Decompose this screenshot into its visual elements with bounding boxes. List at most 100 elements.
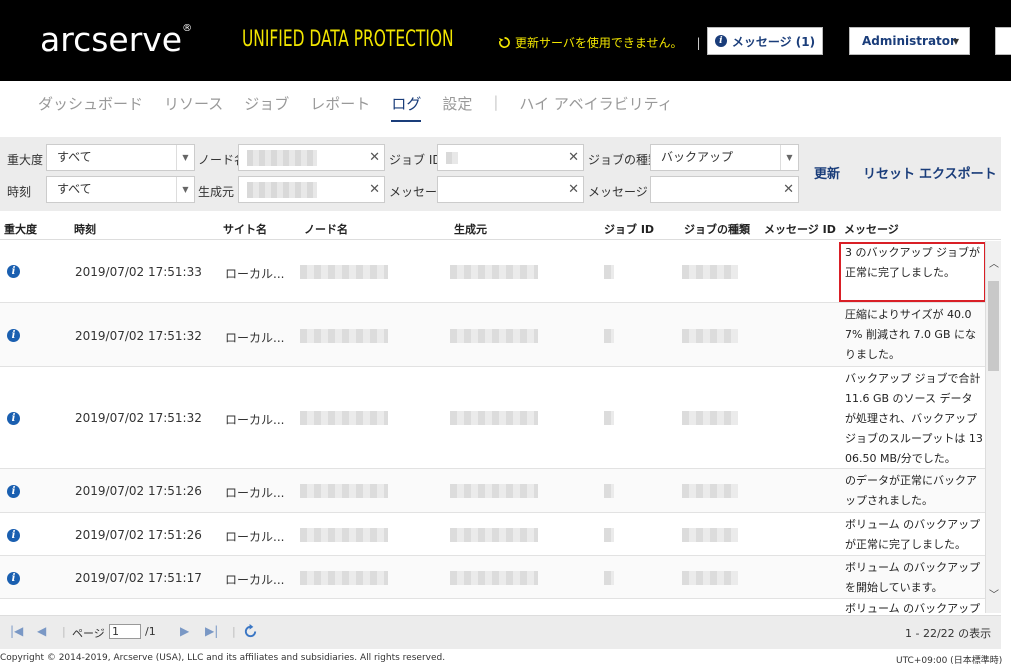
page-total: /1 (145, 625, 156, 638)
clear-icon[interactable]: ✕ (568, 182, 579, 197)
header-extra-button[interactable] (995, 27, 1011, 55)
info-icon: i (714, 35, 727, 47)
column-header-generator[interactable]: 生成元 (454, 221, 487, 237)
top-header: arcserve® UNIFIED DATA PROTECTION 更新サーバを… (0, 0, 1011, 81)
table-row[interactable]: i 2019/07/02 17:51:32 ローカル... 圧縮によりサイズが … (0, 303, 985, 367)
scrollbar-thumb[interactable] (988, 281, 999, 371)
node-name-input[interactable]: ✕ (238, 144, 385, 171)
message-input[interactable]: ✕ (437, 176, 584, 203)
messages-button[interactable]: i メッセージ (1) (707, 27, 823, 55)
refresh-warning-icon (498, 37, 510, 48)
footer: Copyright © 2014-2019, Arcserve (USA), L… (0, 650, 1011, 667)
tab-dashboard[interactable]: ダッシュボード (38, 93, 143, 122)
chevron-down-icon: ▼ (176, 145, 194, 170)
clear-icon[interactable]: ✕ (369, 182, 380, 197)
job-id-label: ジョブ ID (389, 153, 442, 167)
generator-input[interactable]: ✕ (238, 176, 385, 203)
last-page-icon[interactable]: ▶| (205, 624, 218, 638)
first-page-icon[interactable]: |◀ (10, 624, 23, 638)
log-table-header: 重大度 時刻 サイト名 ノード名 生成元 ジョブ ID ジョブの種類 メッセージ… (0, 213, 1001, 240)
page-number-input[interactable]: 1 (109, 624, 141, 639)
table-row[interactable]: ボリューム のバックアップ (0, 599, 985, 613)
tab-jobs[interactable]: ジョブ (244, 93, 289, 122)
redacted-job-id (604, 528, 614, 542)
update-warning[interactable]: 更新サーバを使用できません。 | (498, 34, 701, 51)
job-id-input[interactable]: ✕ (437, 144, 584, 171)
tab-high-availability[interactable]: ハイ アベイラビリティ (519, 93, 672, 122)
redacted-text (247, 150, 317, 166)
column-header-node[interactable]: ノード名 (304, 221, 348, 237)
main-nav: ダッシュボード リソース ジョブ レポート ログ 設定 | ハイ アベイラビリテ… (0, 81, 1011, 131)
clear-icon[interactable]: ✕ (783, 182, 794, 197)
table-row[interactable]: i 2019/07/02 17:51:26 ローカル... のデータが正常にバッ… (0, 469, 985, 513)
table-row[interactable]: i 2019/07/02 17:51:33 ローカル... 3 のバックアップ … (0, 241, 985, 303)
redacted-generator (450, 484, 538, 498)
filter-panel: 重大度 すべて ▼ 時刻 すべて ▼ ノード名 ✕ 生成元 ✕ ジョブ ID ✕… (0, 137, 1001, 211)
log-table: i 2019/07/02 17:51:33 ローカル... 3 のバックアップ … (0, 241, 985, 613)
user-menu-button[interactable]: Administrator ▼ (849, 27, 970, 55)
time-select[interactable]: すべて ▼ (46, 176, 195, 203)
tab-reports[interactable]: レポート (310, 93, 370, 122)
redacted-job-type (682, 265, 738, 279)
tab-log[interactable]: ログ (391, 93, 422, 122)
redacted-generator (450, 571, 538, 585)
table-row[interactable]: i 2019/07/02 17:51:17 ローカル... ボリューム のバック… (0, 556, 985, 599)
refresh-icon[interactable] (243, 624, 258, 639)
info-icon: i (7, 329, 20, 342)
row-site: ローカル... (225, 530, 285, 544)
clear-icon[interactable]: ✕ (568, 150, 579, 165)
column-header-job-id[interactable]: ジョブ ID (604, 221, 654, 237)
row-site: ローカル... (225, 331, 285, 345)
clear-icon[interactable]: ✕ (369, 150, 380, 165)
chevron-up-icon[interactable]: ︿ (989, 255, 999, 270)
redacted-node (300, 528, 388, 542)
info-icon: i (7, 412, 20, 425)
severity-select[interactable]: すべて ▼ (46, 144, 195, 171)
vertical-scrollbar[interactable]: ︿ ﹀ (985, 241, 1001, 613)
column-header-severity[interactable]: 重大度 (4, 221, 37, 237)
redacted-node (300, 329, 388, 343)
export-link[interactable]: エクスポート (919, 163, 997, 182)
tab-resources[interactable]: リソース (164, 93, 223, 122)
tab-settings[interactable]: 設定 (442, 93, 472, 122)
messages-button-label: メッセージ (1) (731, 34, 816, 49)
refresh-link[interactable]: 更新 (814, 163, 840, 182)
time-select-value: すべて (57, 182, 92, 196)
reset-link[interactable]: リセット (863, 163, 915, 182)
time-label: 時刻 (7, 185, 32, 199)
job-type-select-value: バックアップ (661, 150, 734, 164)
product-name: UNIFIED DATA PROTECTION (242, 27, 454, 52)
redacted-generator (450, 329, 538, 343)
caret-down-icon: ▼ (952, 37, 959, 46)
job-type-select[interactable]: バックアップ ▼ (650, 144, 799, 171)
info-icon: i (7, 529, 20, 542)
pager-summary: 1 - 22/22 の表示 (905, 627, 992, 640)
update-warning-text: 更新サーバを使用できません。 (515, 36, 683, 50)
column-header-job-type[interactable]: ジョブの種類 (684, 221, 750, 237)
pager-divider: | (62, 625, 66, 638)
next-page-icon[interactable]: ▶ (180, 624, 189, 638)
message-id-input[interactable]: ✕ (650, 176, 799, 203)
redacted-generator (450, 411, 538, 425)
redacted-job-type (682, 329, 738, 343)
row-time: 2019/07/02 17:51:33 (75, 265, 202, 279)
column-header-site[interactable]: サイト名 (223, 221, 267, 237)
row-message: バックアップ ジョブで合計 11.6 GB のソース データが処理され、バックア… (845, 372, 983, 465)
previous-page-icon[interactable]: ◀ (37, 624, 46, 638)
row-message: 圧縮によりサイズが 40.07% 削減され 7.0 GB になりました。 (845, 308, 977, 361)
redacted-job-id (604, 265, 614, 279)
column-header-message[interactable]: メッセージ (844, 221, 899, 237)
table-row[interactable]: i 2019/07/02 17:51:26 ローカル... ボリューム のバック… (0, 513, 985, 556)
info-icon: i (7, 572, 20, 585)
row-message: 3 のバックアップ ジョブが正常に完了しました。 (845, 246, 980, 279)
tab-divider: | (493, 93, 499, 111)
redacted-node (300, 411, 388, 425)
column-header-message-id[interactable]: メッセージ ID (764, 221, 836, 237)
redacted-job-type (682, 411, 738, 425)
table-row[interactable]: i 2019/07/02 17:51:32 ローカル... バックアップ ジョブ… (0, 367, 985, 469)
column-header-time[interactable]: 時刻 (74, 221, 96, 237)
row-time: 2019/07/02 17:51:26 (75, 528, 202, 542)
chevron-down-icon[interactable]: ﹀ (989, 586, 999, 601)
redacted-text (446, 152, 458, 164)
severity-select-value: すべて (57, 150, 92, 164)
